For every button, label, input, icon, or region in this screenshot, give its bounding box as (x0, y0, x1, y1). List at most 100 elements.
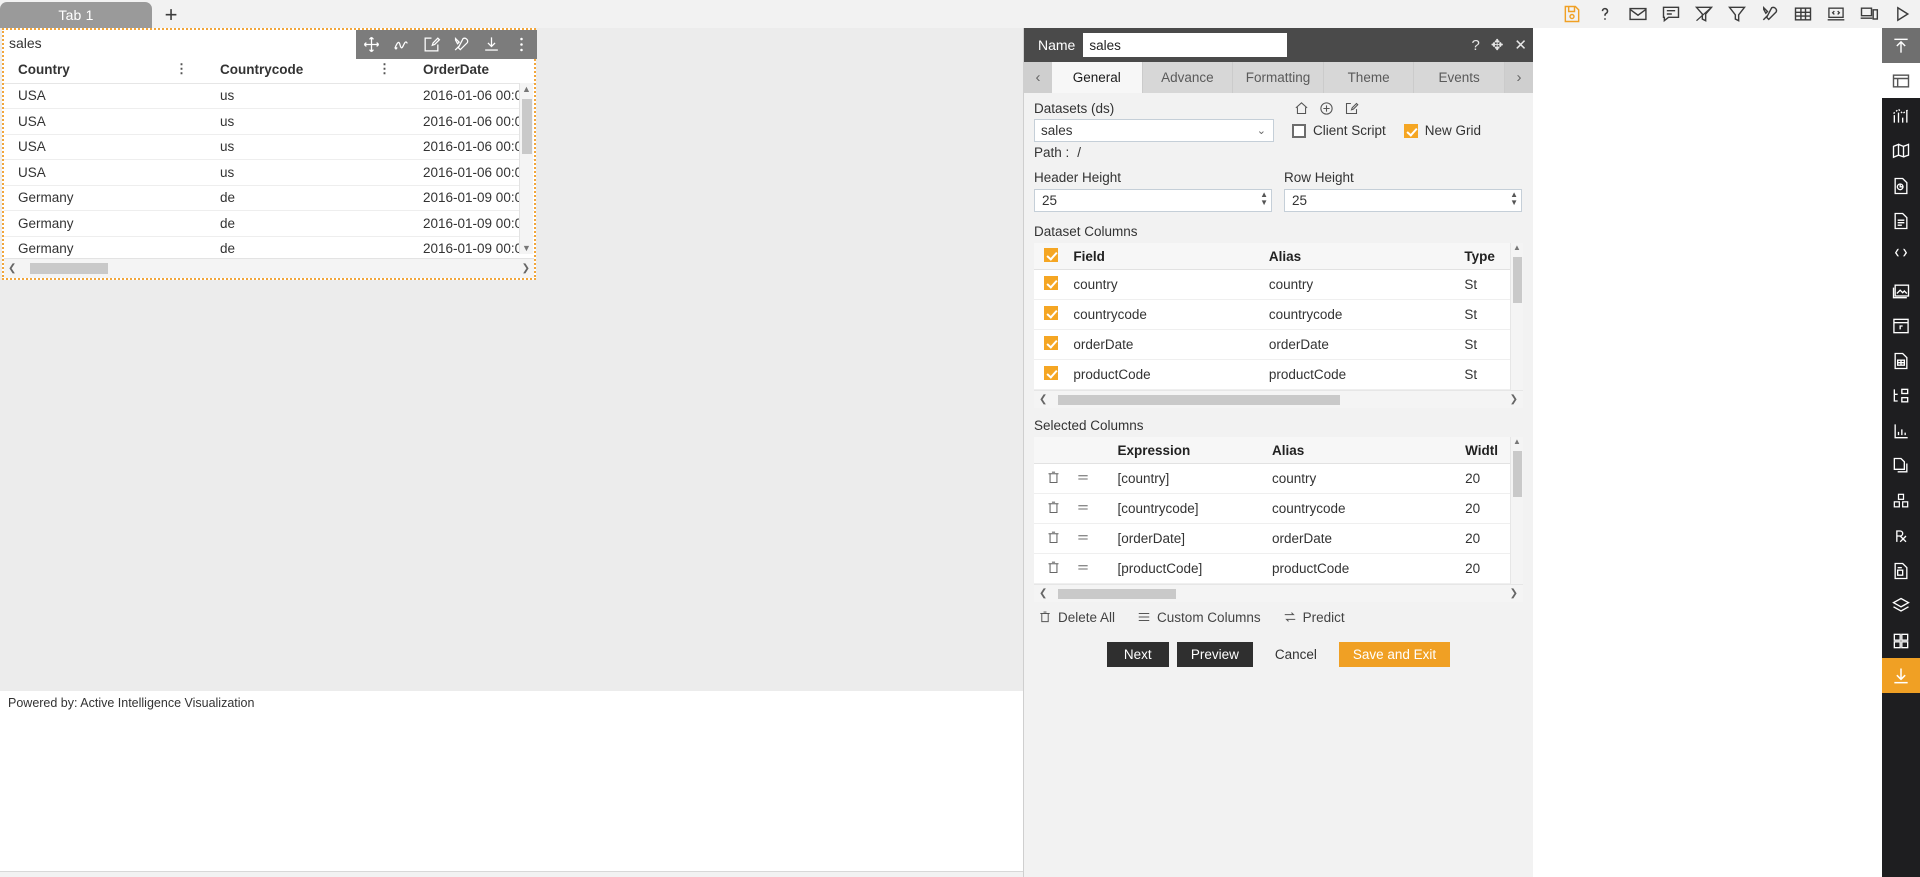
dataset-column-checkbox[interactable] (1044, 306, 1058, 320)
chart-icon[interactable] (1882, 98, 1920, 133)
scroll-right-icon[interactable]: ❯ (522, 263, 530, 274)
scroll-left-icon[interactable]: ❮ (8, 263, 16, 274)
selected-hscroll-thumb[interactable] (1058, 589, 1176, 599)
edit-icon[interactable] (1344, 101, 1359, 116)
save-icon[interactable] (1562, 4, 1582, 24)
grid-widget[interactable]: sales Country ⋮ Countrycode ⋮ OrderDate … (2, 28, 537, 280)
tree-icon[interactable] (1882, 378, 1920, 413)
scroll-left-icon[interactable]: ❮ (1039, 394, 1047, 405)
tab-formatting[interactable]: Formatting (1233, 62, 1324, 93)
tools-icon[interactable] (452, 35, 471, 54)
analytics-icon[interactable] (1882, 413, 1920, 448)
selected-column-row[interactable]: [productCode] productCode 20 (1034, 554, 1523, 584)
scroll-right-icon[interactable]: ❯ (1510, 588, 1518, 599)
grid-icon[interactable] (1882, 623, 1920, 658)
scroll-down-icon[interactable]: ▼ (520, 242, 533, 254)
close-icon[interactable]: ✕ (1514, 38, 1527, 53)
home-icon[interactable] (1294, 101, 1309, 116)
widget-icon[interactable] (1882, 308, 1920, 343)
dataset-column-checkbox[interactable] (1044, 276, 1058, 290)
edit-icon[interactable] (422, 35, 441, 54)
scroll-right-icon[interactable]: ❯ (1510, 394, 1518, 405)
scribble-icon[interactable] (392, 35, 411, 54)
dataset-hscroll-thumb[interactable] (1058, 395, 1340, 405)
mail-icon[interactable] (1628, 4, 1648, 24)
next-button[interactable]: Next (1106, 642, 1169, 667)
comment-icon[interactable] (1661, 4, 1681, 24)
tab-next-button[interactable]: › (1504, 62, 1533, 93)
download-icon[interactable] (482, 35, 501, 54)
help-icon[interactable]: ? (1472, 38, 1480, 53)
tab-advance[interactable]: Advance (1142, 62, 1234, 93)
table-row[interactable]: USA us 2016-01-06 00:0 (4, 159, 534, 186)
design-canvas[interactable]: sales Country ⋮ Countrycode ⋮ OrderDate … (0, 28, 1023, 691)
delete-all-action[interactable]: Delete All (1038, 610, 1115, 625)
code-icon[interactable] (1826, 4, 1846, 24)
dataset-column-row[interactable]: productCode productCode St (1034, 360, 1523, 390)
name-input[interactable] (1083, 33, 1288, 57)
preview-button[interactable]: Preview (1176, 642, 1253, 667)
layers-icon[interactable] (1882, 588, 1920, 623)
header-height-stepper[interactable]: ▲ ▼ (1260, 191, 1268, 207)
scroll-left-icon[interactable]: ❮ (1039, 588, 1047, 599)
report-icon[interactable] (1882, 168, 1920, 203)
widget-vertical-scrollbar[interactable]: ▲ ▼ (519, 83, 533, 254)
header-height-input[interactable]: 25 ▲ ▼ (1034, 189, 1272, 212)
tools-icon[interactable] (1760, 4, 1780, 24)
table-row[interactable]: USA us 2016-01-06 00:0 (4, 83, 534, 109)
selected-column-row[interactable]: [countrycode] countrycode 20 (1034, 494, 1523, 524)
image-icon[interactable] (1882, 273, 1920, 308)
predict-action[interactable]: Predict (1283, 610, 1345, 625)
dataset-select[interactable]: sales ⌄ (1034, 119, 1274, 142)
download-icon[interactable] (1882, 658, 1920, 693)
dataset-column-row[interactable]: orderDate orderDate St (1034, 330, 1523, 360)
horizontal-scroll-thumb[interactable] (30, 263, 108, 274)
drag-handle-icon[interactable] (1075, 499, 1117, 518)
tab-events[interactable]: Events (1414, 62, 1505, 93)
document-icon[interactable] (1882, 203, 1920, 238)
more-icon[interactable] (512, 35, 531, 54)
dataset-column-checkbox[interactable] (1044, 336, 1058, 350)
datasheet-icon[interactable] (1882, 343, 1920, 378)
run-icon[interactable] (1892, 4, 1912, 24)
row-height-input[interactable]: 25 ▲ ▼ (1284, 189, 1522, 212)
column-menu-icon[interactable]: ⋮ (378, 62, 391, 75)
cancel-button[interactable]: Cancel (1260, 642, 1331, 667)
table-row[interactable]: Germany de 2016-01-09 00:0 (4, 185, 534, 211)
collapse-icon[interactable] (1882, 28, 1920, 63)
move-icon[interactable] (362, 35, 381, 54)
clear-filter-icon[interactable] (1694, 4, 1714, 24)
new-grid-checkbox[interactable] (1403, 123, 1418, 138)
rx-icon[interactable] (1882, 518, 1920, 553)
client-script-checkbox[interactable] (1292, 123, 1306, 138)
selected-column-row[interactable]: [orderDate] orderDate 20 (1034, 524, 1523, 554)
map-icon[interactable] (1882, 133, 1920, 168)
delete-row-icon[interactable] (1034, 560, 1075, 578)
json-icon[interactable] (1882, 238, 1920, 273)
dataset-columns-vscrollbar[interactable]: ▲ ▼ (1510, 243, 1523, 408)
dataset-column-row[interactable]: countrycode countrycode St (1034, 300, 1523, 330)
custom-columns-action[interactable]: Custom Columns (1137, 610, 1261, 625)
table-row[interactable]: USA us 2016-01-06 00:0 (4, 134, 534, 160)
selected-columns-hscrollbar[interactable]: ❮ ❯ (1034, 584, 1523, 602)
row-height-stepper[interactable]: ▲ ▼ (1510, 191, 1518, 207)
tab-general[interactable]: General (1052, 62, 1143, 93)
panel-icon[interactable] (1882, 63, 1920, 98)
help-icon[interactable] (1595, 4, 1615, 24)
table-row[interactable]: Germany de 2016-01-09 00:0 (4, 210, 534, 237)
scroll-up-icon[interactable]: ▲ (520, 83, 533, 95)
drag-handle-icon[interactable] (1075, 529, 1117, 548)
widget-horizontal-scrollbar[interactable]: ❮ ❯ (4, 258, 534, 278)
devices-icon[interactable] (1859, 4, 1879, 24)
tab-prev-button[interactable]: ‹ (1024, 62, 1052, 93)
tab-theme[interactable]: Theme (1323, 62, 1415, 93)
add-tab-button[interactable]: + (152, 2, 190, 28)
column-header-country[interactable]: Country ⋮ (4, 56, 206, 84)
select-all-checkbox[interactable] (1044, 247, 1058, 262)
column-header-orderdate[interactable]: OrderDate (409, 56, 534, 84)
widget-table-scroll[interactable]: Country ⋮ Countrycode ⋮ OrderDate USA us 2… (4, 56, 534, 278)
dataset-column-checkbox[interactable] (1044, 366, 1058, 380)
dataset-columns-hscrollbar[interactable]: ❮ ❯ (1034, 390, 1523, 408)
selected-vscroll-thumb[interactable] (1513, 451, 1522, 497)
copy-icon[interactable] (1882, 448, 1920, 483)
